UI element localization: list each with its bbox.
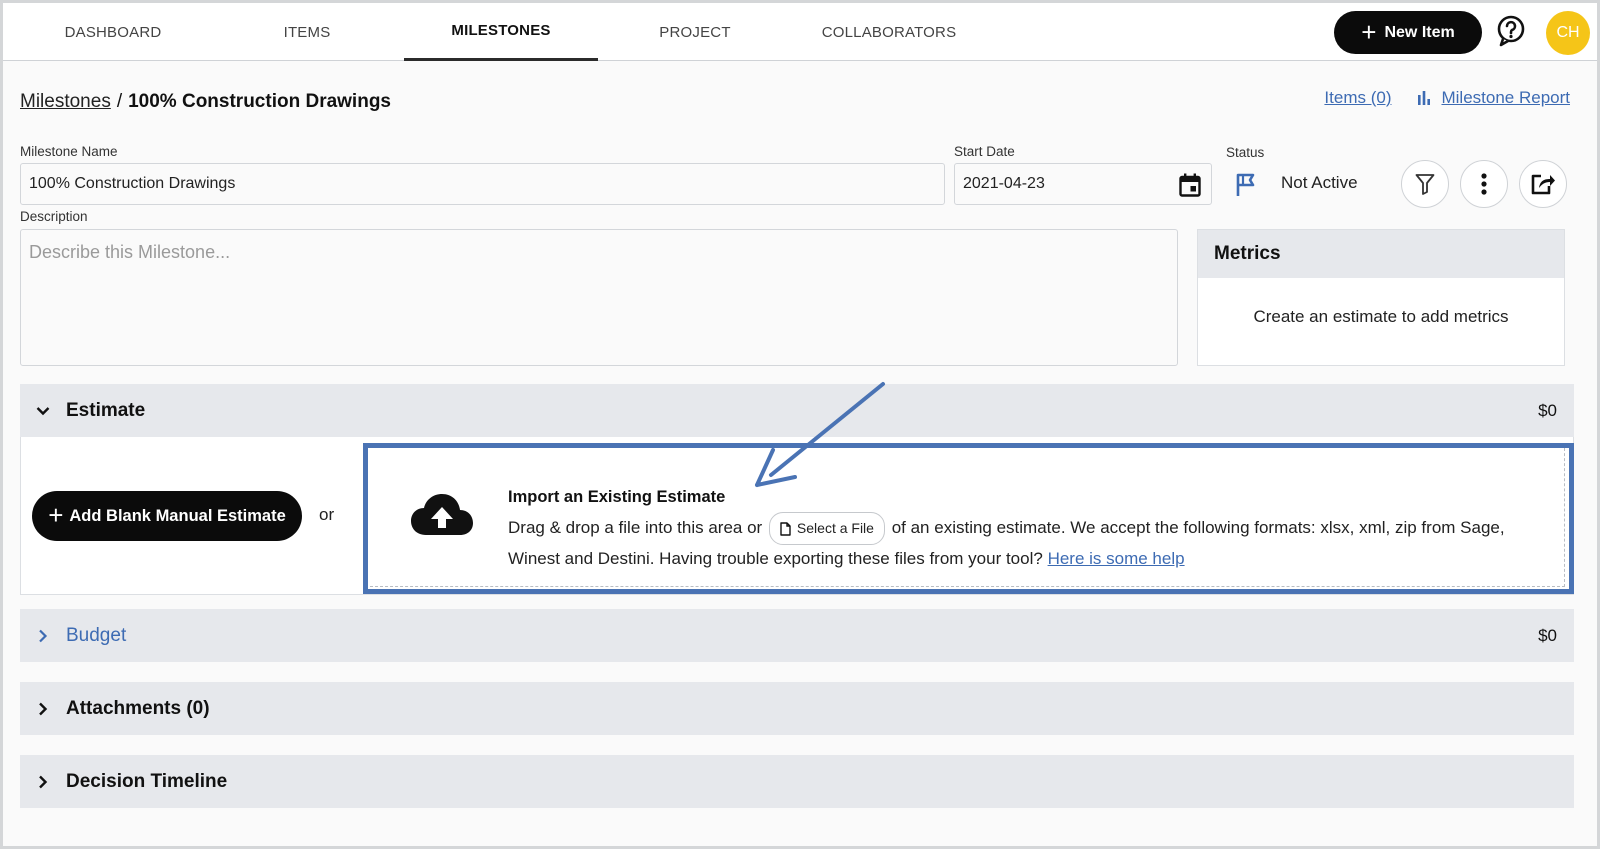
start-date-value: 2021-04-23 (963, 175, 1045, 192)
import-description: Drag & drop a file into this area or Sel… (508, 512, 1548, 572)
metrics-title: Metrics (1198, 230, 1564, 278)
more-icon (1481, 173, 1487, 195)
attachments-section-header[interactable]: Attachments (0) (20, 682, 1574, 735)
plus-icon: + (1361, 16, 1377, 47)
breadcrumb-separator: / (116, 91, 123, 112)
start-date-input[interactable]: 2021-04-23 (954, 163, 1212, 205)
cloud-upload-icon (411, 494, 473, 535)
breadcrumb: Milestones / 100% Construction Drawings (20, 91, 391, 113)
select-file-button[interactable]: Select a File (768, 512, 885, 545)
add-blank-estimate-label: Add Blank Manual Estimate (69, 506, 286, 525)
milestone-report-link-wrap[interactable]: Milestone Report (1417, 88, 1570, 108)
tab-collaborators[interactable]: COLLABORATORS (792, 3, 986, 61)
file-icon (780, 521, 791, 536)
budget-amount: $0 (1538, 625, 1557, 645)
metrics-empty-text: Create an estimate to add metrics (1253, 306, 1509, 326)
milestone-name-input[interactable]: 100% Construction Drawings (20, 163, 945, 205)
chevron-right-icon (20, 629, 66, 643)
share-button[interactable] (1519, 160, 1567, 208)
decision-timeline-title: Decision Timeline (66, 770, 228, 792)
filter-icon (1415, 174, 1435, 195)
description-label: Description (20, 209, 88, 224)
tab-dashboard[interactable]: DASHBOARD (16, 3, 210, 61)
or-text: or (319, 505, 335, 524)
breadcrumb-milestones-link[interactable]: Milestones (20, 91, 111, 113)
metrics-panel: Metrics Create an estimate to add metric… (1197, 229, 1565, 366)
new-item-label: New Item (1384, 23, 1455, 41)
tab-project[interactable]: PROJECT (598, 3, 792, 61)
header-links: Items (0) Milestone Report (1324, 88, 1570, 108)
budget-title: Budget (66, 624, 127, 646)
add-blank-estimate-button[interactable]: + Add Blank Manual Estimate (32, 491, 302, 541)
estimate-section-header[interactable]: Estimate $0 (20, 384, 1574, 437)
tab-milestones[interactable]: MILESTONES (404, 3, 598, 61)
estimate-body: + Add Blank Manual Estimate or Import an… (20, 437, 1574, 595)
estimate-amount: $0 (1538, 400, 1557, 420)
help-link[interactable]: Here is some help (1048, 549, 1185, 568)
app-window: DASHBOARD ITEMS MILESTONES PROJECT COLLA… (3, 3, 1597, 846)
chevron-right-icon (20, 702, 66, 716)
avatar[interactable]: CH (1546, 11, 1590, 55)
status-label: Status (1226, 145, 1265, 160)
bar-chart-icon (1418, 91, 1431, 105)
filter-button[interactable] (1401, 160, 1449, 208)
chevron-down-icon (20, 406, 66, 416)
attachments-title: Attachments (0) (66, 697, 210, 719)
flag-icon[interactable] (1235, 173, 1257, 197)
top-nav: DASHBOARD ITEMS MILESTONES PROJECT COLLA… (3, 3, 1597, 61)
decision-timeline-section-header[interactable]: Decision Timeline (20, 755, 1574, 808)
calendar-icon[interactable] (1179, 173, 1201, 197)
page-title: 100% Construction Drawings (128, 91, 391, 112)
chevron-right-icon (20, 775, 66, 789)
import-title: Import an Existing Estimate (508, 488, 726, 506)
description-textarea[interactable]: Describe this Milestone... (20, 229, 1178, 366)
start-date-label: Start Date (954, 144, 1015, 159)
share-icon (1531, 174, 1555, 195)
help-icon[interactable] (1495, 15, 1527, 47)
estimate-title: Estimate (66, 399, 146, 421)
plus-icon: + (48, 500, 64, 530)
milestone-name-label: Milestone Name (20, 144, 118, 159)
import-text-before: Drag & drop a file into this area or (508, 517, 763, 537)
select-file-label: Select a File (796, 520, 874, 536)
new-item-button[interactable]: + New Item (1334, 11, 1482, 54)
items-link[interactable]: Items (0) (1324, 88, 1391, 108)
budget-section-header[interactable]: Budget $0 (20, 609, 1574, 662)
tab-items[interactable]: ITEMS (210, 3, 404, 61)
import-dropzone[interactable]: Import an Existing Estimate Drag & drop … (365, 443, 1565, 587)
status-value[interactable]: Not Active (1281, 173, 1358, 193)
milestone-report-link[interactable]: Milestone Report (1441, 88, 1570, 108)
more-options-button[interactable] (1460, 160, 1508, 208)
